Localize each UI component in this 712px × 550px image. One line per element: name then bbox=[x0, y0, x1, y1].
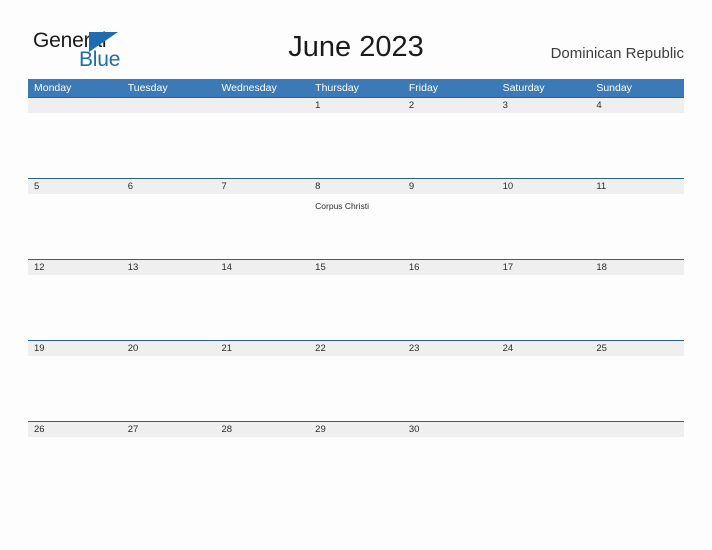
day-number[interactable]: 20 bbox=[122, 341, 216, 356]
day-cell[interactable] bbox=[403, 356, 497, 422]
day-number[interactable] bbox=[28, 98, 122, 113]
week-row: 26 27 28 29 30 bbox=[28, 421, 684, 503]
day-cell[interactable] bbox=[497, 356, 591, 422]
day-number[interactable] bbox=[497, 422, 591, 437]
day-number[interactable] bbox=[215, 98, 309, 113]
day-cell[interactable] bbox=[122, 275, 216, 341]
day-cell[interactable] bbox=[122, 113, 216, 179]
day-number[interactable]: 13 bbox=[122, 260, 216, 275]
day-number[interactable]: 22 bbox=[309, 341, 403, 356]
day-number[interactable]: 11 bbox=[590, 179, 684, 194]
day-cell[interactable] bbox=[28, 194, 122, 260]
day-number[interactable]: 8 bbox=[309, 179, 403, 194]
week-event-band bbox=[28, 437, 684, 503]
day-number[interactable]: 24 bbox=[497, 341, 591, 356]
event-label: Corpus Christi bbox=[315, 201, 370, 211]
weekday-header-row: Monday Tuesday Wednesday Thursday Friday… bbox=[28, 79, 684, 97]
week-day-number-band: 26 27 28 29 30 bbox=[28, 421, 684, 437]
day-cell[interactable] bbox=[497, 437, 591, 503]
weekday-thursday: Thursday bbox=[315, 82, 359, 94]
week-day-number-band: 12 13 14 15 16 17 18 bbox=[28, 259, 684, 275]
page-header: General Blue June 2023 Dominican Republi… bbox=[0, 0, 712, 78]
day-number[interactable]: 21 bbox=[215, 341, 309, 356]
day-number[interactable]: 5 bbox=[28, 179, 122, 194]
day-number[interactable]: 4 bbox=[590, 98, 684, 113]
day-number[interactable]: 15 bbox=[309, 260, 403, 275]
day-cell[interactable] bbox=[215, 356, 309, 422]
day-number[interactable]: 3 bbox=[497, 98, 591, 113]
weekday-wednesday: Wednesday bbox=[221, 82, 277, 94]
day-number[interactable]: 28 bbox=[215, 422, 309, 437]
day-number[interactable]: 14 bbox=[215, 260, 309, 275]
week-row: 12 13 14 15 16 17 18 bbox=[28, 259, 684, 341]
day-number[interactable]: 7 bbox=[215, 179, 309, 194]
day-cell[interactable] bbox=[403, 113, 497, 179]
day-number[interactable]: 1 bbox=[309, 98, 403, 113]
day-cell[interactable] bbox=[309, 356, 403, 422]
day-cell[interactable] bbox=[497, 275, 591, 341]
week-event-band: Corpus Christi bbox=[28, 194, 684, 260]
day-cell[interactable] bbox=[215, 113, 309, 179]
day-number[interactable]: 18 bbox=[590, 260, 684, 275]
day-cell[interactable] bbox=[403, 275, 497, 341]
day-cell[interactable] bbox=[28, 437, 122, 503]
week-day-number-band: 19 20 21 22 23 24 25 bbox=[28, 340, 684, 356]
day-cell[interactable] bbox=[28, 275, 122, 341]
day-cell[interactable] bbox=[122, 194, 216, 260]
day-cell[interactable] bbox=[309, 275, 403, 341]
day-number[interactable]: 26 bbox=[28, 422, 122, 437]
week-event-band bbox=[28, 113, 684, 179]
day-number[interactable]: 29 bbox=[309, 422, 403, 437]
calendar-grid: Monday Tuesday Wednesday Thursday Friday… bbox=[28, 79, 684, 503]
day-number[interactable]: 10 bbox=[497, 179, 591, 194]
week-event-band bbox=[28, 356, 684, 422]
day-cell[interactable] bbox=[403, 194, 497, 260]
day-cell[interactable] bbox=[215, 437, 309, 503]
day-cell[interactable] bbox=[122, 356, 216, 422]
day-number[interactable] bbox=[590, 422, 684, 437]
week-row: 19 20 21 22 23 24 25 bbox=[28, 340, 684, 422]
day-number[interactable]: 2 bbox=[403, 98, 497, 113]
day-cell[interactable] bbox=[590, 113, 684, 179]
week-day-number-band: 1 2 3 4 bbox=[28, 97, 684, 113]
day-number[interactable]: 30 bbox=[403, 422, 497, 437]
week-row: 1 2 3 4 bbox=[28, 97, 684, 179]
country-label: Dominican Republic bbox=[550, 45, 684, 62]
week-event-band bbox=[28, 275, 684, 341]
day-number[interactable]: 27 bbox=[122, 422, 216, 437]
day-number[interactable]: 19 bbox=[28, 341, 122, 356]
day-cell[interactable] bbox=[215, 275, 309, 341]
weekday-friday: Friday bbox=[408, 82, 439, 94]
day-cell[interactable] bbox=[309, 437, 403, 503]
day-cell[interactable] bbox=[28, 113, 122, 179]
weekday-saturday: Saturday bbox=[502, 82, 545, 94]
day-cell[interactable] bbox=[497, 113, 591, 179]
weekday-sunday: Sunday bbox=[596, 82, 632, 94]
day-cell[interactable]: Corpus Christi bbox=[309, 194, 403, 260]
week-day-number-band: 5 6 7 8 9 10 11 bbox=[28, 178, 684, 194]
day-number[interactable]: 23 bbox=[403, 341, 497, 356]
week-row: 5 6 7 8 9 10 11 Corpus Christi bbox=[28, 178, 684, 260]
day-number[interactable]: 6 bbox=[122, 179, 216, 194]
day-number[interactable]: 17 bbox=[497, 260, 591, 275]
day-cell[interactable] bbox=[590, 194, 684, 260]
day-number[interactable]: 9 bbox=[403, 179, 497, 194]
day-cell[interactable] bbox=[28, 356, 122, 422]
day-cell[interactable] bbox=[590, 275, 684, 341]
day-number[interactable]: 25 bbox=[590, 341, 684, 356]
weekday-monday: Monday bbox=[34, 82, 72, 94]
day-cell[interactable] bbox=[590, 437, 684, 503]
day-cell[interactable] bbox=[122, 437, 216, 503]
day-number[interactable] bbox=[122, 98, 216, 113]
day-cell[interactable] bbox=[215, 194, 309, 260]
day-cell[interactable] bbox=[403, 437, 497, 503]
day-cell[interactable] bbox=[590, 356, 684, 422]
day-number[interactable]: 16 bbox=[403, 260, 497, 275]
day-cell[interactable] bbox=[309, 113, 403, 179]
day-number[interactable]: 12 bbox=[28, 260, 122, 275]
weekday-tuesday: Tuesday bbox=[127, 82, 168, 94]
day-cell[interactable] bbox=[497, 194, 591, 260]
